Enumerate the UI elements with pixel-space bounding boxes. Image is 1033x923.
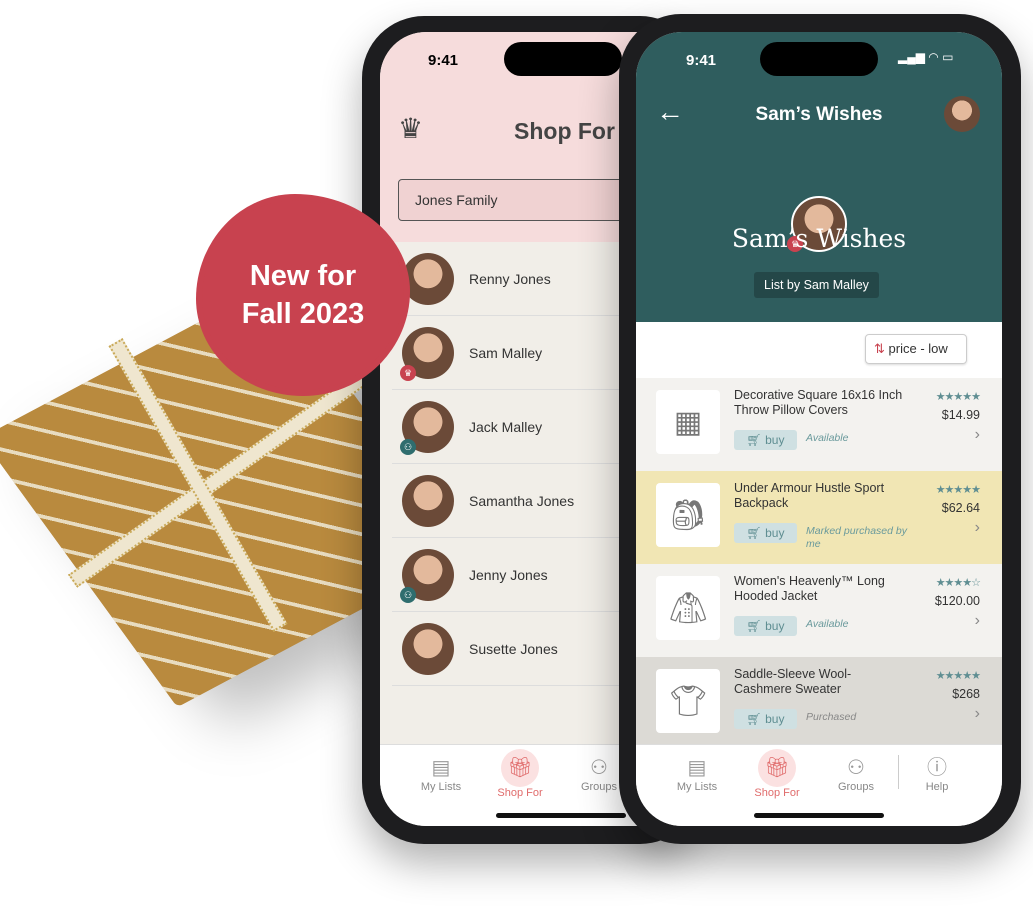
avatar: ⚇ [400,548,454,603]
tab-help[interactable]: ⓘ Help [902,755,972,793]
cart-icon: 🛒︎ [746,433,762,447]
person-row[interactable]: Renny Jones [392,242,632,316]
item-price: $62.64 [941,501,980,515]
product-image: 🎒︎ [656,483,720,547]
status-time: 9:41 [428,52,459,69]
list-title: Sam’s Wishes [731,224,907,253]
divider [898,755,899,789]
person-row[interactable]: Susette Jones [392,612,632,686]
status-time: 9:41 [686,52,717,69]
new-badge: New for Fall 2023 [202,200,404,390]
list-icon: ▤ [687,757,707,779]
item-price: $268 [952,687,980,701]
sort-bar: ⇅ price - low [636,322,1002,378]
tab-shop-for[interactable]: 🎁︎ Shop For [485,749,555,799]
buy-button[interactable]: 🛒︎ buy [734,523,797,543]
app-logo-icon: ♛ [398,113,424,144]
sort-button[interactable]: ⇅ price - low [865,334,967,364]
dynamic-island [504,42,622,76]
status-icons: ▂▄▆ ◠ ▭ [898,50,954,64]
tab-shop-for[interactable]: 🎁︎ Shop For [742,749,812,799]
cart-icon: 🛒︎ [746,619,762,633]
buy-button[interactable]: 🛒︎ buy [734,709,797,729]
tab-my-lists[interactable]: ▤ My Lists [406,755,476,793]
gift-icon: 🎁︎ [501,749,539,787]
wish-item[interactable]: 👕︎ Saddle-Sleeve Wool-Cashmere Sweater 🛒… [636,657,1002,750]
crown-icon: ♛ [400,364,416,381]
dynamic-island [760,42,878,76]
avatar: ⚇ [400,400,454,455]
group-icon: ⚇ [400,438,416,455]
buy-button[interactable]: 🛒︎ buy [734,430,797,450]
chevron-right-icon[interactable]: › [975,612,980,630]
item-price: $14.99 [941,408,980,422]
right-phone: 9:41 ▂▄▆ ◠ ▭ ← Sam’s Wishes ♛ Sam’s Wish… [619,14,1021,844]
product-image: 👕︎ [656,669,720,733]
user-avatar[interactable] [944,96,980,132]
avatar [402,252,454,305]
wish-item[interactable]: 🎒︎ Under Armour Hustle Sport Backpack 🛒︎… [636,471,1002,564]
item-name: Women's Heavenly™ Long Hooded Jacket [734,574,885,603]
item-status: Marked purchased by me [806,525,907,550]
list-icon: ▤ [431,757,451,779]
product-image: 🧥︎ [656,576,720,640]
list-by-label: List by Sam Malley [754,272,879,298]
rating-stars: ★★★★★ [935,391,981,403]
wish-item[interactable]: ▦ Decorative Square 16x16 Inch Throw Pil… [636,378,1002,471]
person-name: Renny Jones [469,270,551,287]
person-row[interactable]: ⚇ Jack Malley [392,390,632,464]
chevron-right-icon[interactable]: › [975,426,980,444]
chevron-right-icon[interactable]: › [975,519,980,537]
cart-icon: 🛒︎ [746,526,762,540]
avatar: ♛ [400,326,454,381]
help-icon: ⓘ [927,757,947,779]
item-name: Saddle-Sleeve Wool-Cashmere Sweater [734,667,852,696]
chevron-right-icon[interactable]: › [975,705,980,723]
home-indicator [496,813,626,818]
product-image: ▦ [656,390,720,454]
buy-button[interactable]: 🛒︎ buy [734,616,797,636]
page-title: Shop For [514,118,615,144]
tab-groups[interactable]: ⚇ Groups [821,755,891,793]
avatar [402,622,454,675]
wish-item[interactable]: 🧥︎ Women's Heavenly™ Long Hooded Jacket … [636,564,1002,657]
item-name: Under Armour Hustle Sport Backpack [734,481,885,510]
avatar [402,474,454,527]
person-row[interactable]: ⚇ Jenny Jones [392,538,632,612]
group-icon: ⚇ [400,586,416,603]
tab-bar: ▤ My Lists 🎁︎ Shop For ⚇ Groups ⓘ Help [636,744,1002,826]
person-name: Susette Jones [469,640,558,657]
item-status: Available [806,618,849,630]
home-indicator [754,813,884,818]
right-screen: 9:41 ▂▄▆ ◠ ▭ ← Sam’s Wishes ♛ Sam’s Wish… [636,32,1002,826]
item-status: Purchased [806,711,857,723]
person-row[interactable]: ♛ Sam Malley [392,316,632,390]
item-price: $120.00 [934,594,980,608]
person-name: Sam Malley [469,344,543,361]
item-name: Decorative Square 16x16 Inch Throw Pillo… [734,388,903,417]
rating-stars: ★★★★☆ [935,577,981,589]
group-select[interactable]: Jones Family [398,179,638,221]
person-name: Jack Malley [469,418,543,435]
item-status: Available [806,432,849,444]
person-name: Samantha Jones [469,492,575,509]
person-row[interactable]: Samantha Jones [392,464,632,538]
cart-icon: 🛒︎ [746,712,762,726]
groups-icon: ⚇ [847,757,865,779]
rating-stars: ★★★★★ [935,670,981,682]
person-name: Jenny Jones [469,566,548,583]
tab-my-lists[interactable]: ▤ My Lists [662,755,732,793]
sort-icon: ⇅ [874,341,885,356]
gift-icon: 🎁︎ [758,749,796,787]
rating-stars: ★★★★★ [935,484,981,496]
